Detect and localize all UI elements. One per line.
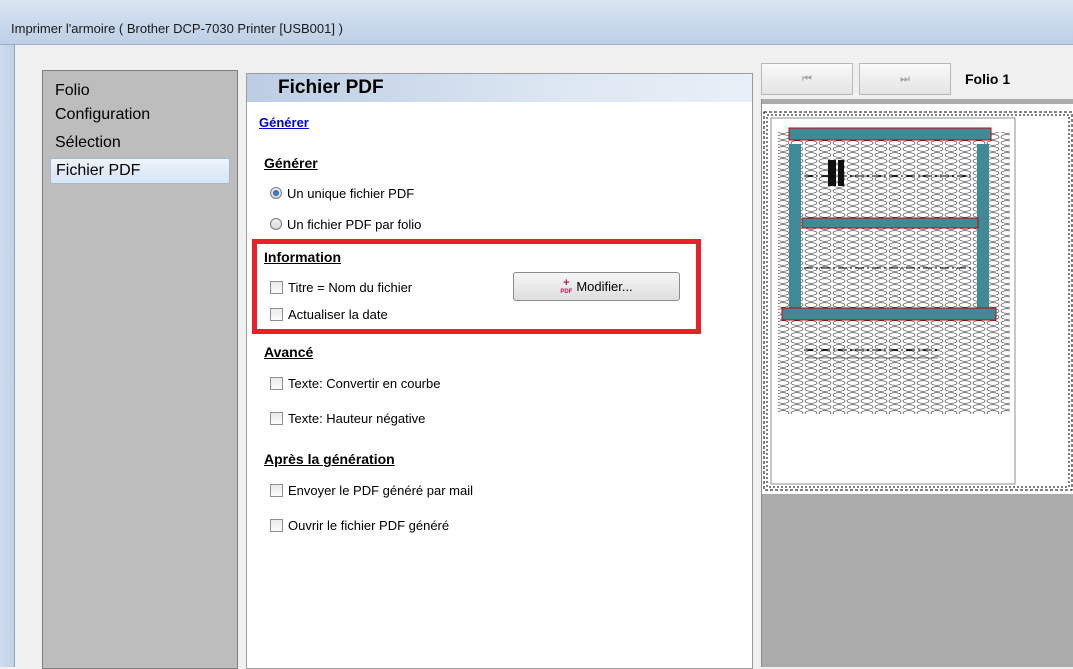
title-filename-checkbox[interactable]: Titre = Nom du fichier: [270, 278, 412, 296]
checkbox-icon: [270, 376, 283, 390]
negative-height-checkbox[interactable]: Texte: Hauteur négative: [270, 409, 425, 427]
checkbox-icon: [270, 518, 283, 532]
preview-toolbar: ⏮ ⏭ Folio 1: [761, 62, 1073, 98]
panel-title: Fichier PDF: [278, 77, 384, 98]
modify-button-label: Modifier...: [576, 279, 633, 294]
pdf-per-folio-radio[interactable]: Un fichier PDF par folio: [270, 215, 421, 233]
after-generation-section-title: Après la génération: [264, 451, 395, 467]
single-pdf-label: Un unique fichier PDF: [287, 185, 415, 201]
send-mail-checkbox[interactable]: Envoyer le PDF généré par mail: [270, 481, 473, 499]
title-filename-label: Titre = Nom du fichier: [288, 279, 413, 295]
convert-curve-checkbox[interactable]: Texte: Convertir en courbe: [270, 374, 440, 392]
preview-sheet: [762, 104, 1073, 494]
open-pdf-checkbox[interactable]: Ouvrir le fichier PDF généré: [270, 516, 449, 534]
update-date-label: Actualiser la date: [288, 306, 388, 322]
pdf-settings-panel: Fichier PDF Générer Générer Un unique fi…: [246, 73, 753, 669]
last-page-button[interactable]: ⏭: [859, 63, 951, 95]
generate-link[interactable]: Générer: [259, 115, 309, 130]
negative-height-label: Texte: Hauteur négative: [288, 410, 426, 426]
open-pdf-label: Ouvrir le fichier PDF généré: [288, 517, 450, 533]
window-frame: [0, 45, 14, 667]
skip-first-icon: ⏮: [802, 72, 812, 85]
first-page-button[interactable]: ⏮: [761, 63, 853, 95]
send-mail-label: Envoyer le PDF généré par mail: [288, 482, 473, 498]
window-title: Imprimer l'armoire ( Brother DCP-7030 Pr…: [11, 21, 343, 36]
nav-item-folio[interactable]: Folio: [50, 79, 230, 105]
single-pdf-radio[interactable]: Un unique fichier PDF: [270, 184, 414, 202]
advanced-section-title: Avancé: [264, 344, 314, 360]
checkbox-icon: [270, 307, 283, 321]
print-preview-area: [761, 99, 1073, 667]
skip-last-icon: ⏭: [900, 72, 910, 85]
information-section-title: Information: [264, 249, 341, 265]
radio-checked-icon: [270, 187, 282, 199]
nav-item-pdf-file[interactable]: Fichier PDF: [50, 158, 230, 184]
nav-item-selection[interactable]: Sélection: [50, 131, 230, 157]
convert-curve-label: Texte: Convertir en courbe: [288, 375, 441, 391]
update-date-checkbox[interactable]: Actualiser la date: [270, 305, 388, 323]
settings-nav: Folio Configuration Sélection Fichier PD…: [42, 70, 238, 669]
cabinet-preview-drawing: [763, 111, 1073, 491]
nav-item-configuration[interactable]: Configuration: [50, 103, 230, 129]
panel-header: Fichier PDF: [247, 74, 752, 102]
checkbox-icon: [270, 280, 283, 294]
window-titlebar: Imprimer l'armoire ( Brother DCP-7030 Pr…: [0, 0, 1073, 45]
folio-label: Folio 1: [965, 71, 1011, 87]
checkbox-icon: [270, 483, 283, 497]
pdf-add-icon: + PDF: [560, 277, 573, 296]
generate-section-title: Générer: [264, 155, 318, 171]
radio-unchecked-icon: [270, 218, 282, 230]
checkbox-icon: [270, 411, 283, 425]
pdf-per-folio-label: Un fichier PDF par folio: [287, 216, 422, 232]
modify-button[interactable]: + PDF Modifier...: [513, 272, 680, 301]
